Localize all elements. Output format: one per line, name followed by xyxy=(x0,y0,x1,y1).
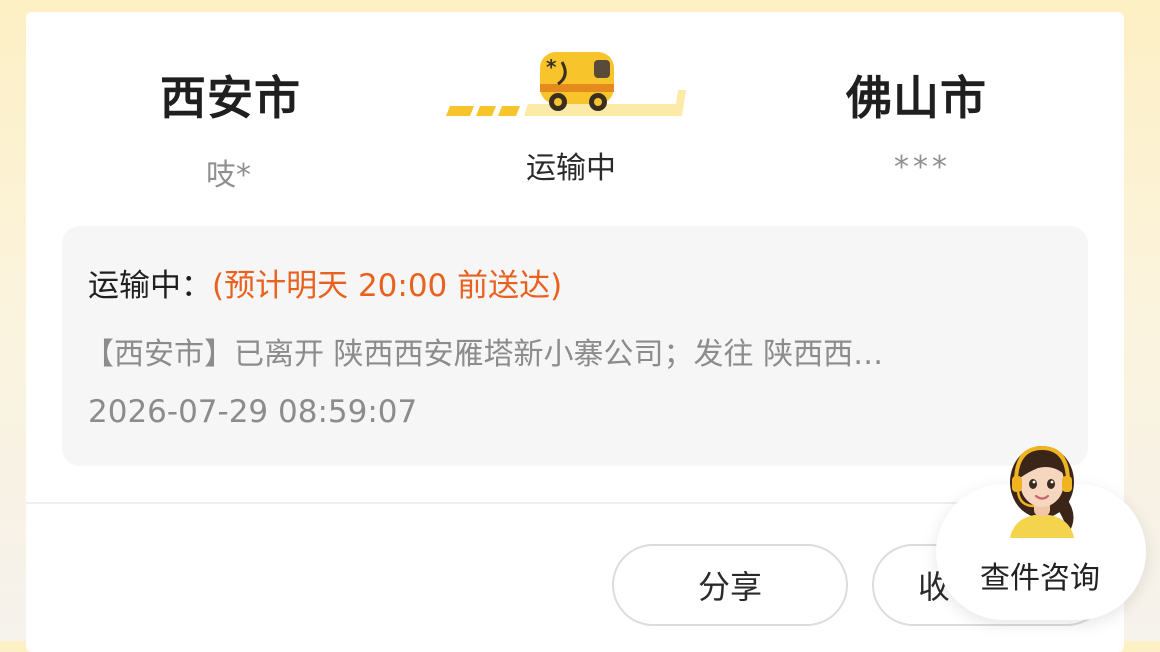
share-button[interactable]: 分享 xyxy=(612,544,848,626)
truck-icon: * xyxy=(446,52,686,116)
route-status: 运输中 xyxy=(526,151,616,186)
receiver-name: *** xyxy=(894,150,951,185)
eta-text: (预计明天 20:00 前送达) xyxy=(212,268,563,304)
customer-service-avatar-icon[interactable] xyxy=(996,438,1088,538)
tracking-detail-panel[interactable]: 运输中：(预计明天 20:00 前送达) 【西安市】已离开 陕西西安雁塔新小寨公… xyxy=(62,226,1088,466)
tracking-status: 运输中： xyxy=(88,268,212,304)
sender-name: 吱* xyxy=(206,158,251,193)
latest-event-text: 【西安市】已离开 陕西西安雁塔新小寨公司；发往 陕西西… xyxy=(84,337,884,372)
latest-event-time: 2026-07-29 08:59:07 xyxy=(88,394,418,430)
tracking-inquiry-label: 查件咨询 xyxy=(980,561,1100,596)
tracking-status-line: 运输中：(预计明天 20:00 前送达) xyxy=(88,260,562,305)
svg-text:*: * xyxy=(546,55,557,79)
destination-city: 佛山市 xyxy=(846,71,987,125)
share-button-label: 分享 xyxy=(697,568,762,606)
origin-city: 西安市 xyxy=(160,71,301,125)
